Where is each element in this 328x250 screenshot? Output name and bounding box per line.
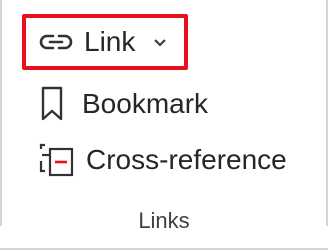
cross-reference-label: Cross-reference <box>86 144 287 175</box>
bookmark-label: Bookmark <box>82 88 209 119</box>
bookmark-button[interactable]: Bookmark <box>40 82 208 126</box>
link-label: Link <box>84 26 136 57</box>
links-ribbon-group: Link Bookmark Cross-reference Links <box>0 0 328 250</box>
link-icon <box>36 28 76 56</box>
bookmark-icon <box>40 86 64 122</box>
group-label: Links <box>138 208 190 233</box>
chevron-down-icon[interactable] <box>153 37 167 47</box>
group-left-divider <box>0 0 2 226</box>
link-button[interactable]: Link <box>22 14 188 70</box>
cross-reference-icon <box>38 141 76 179</box>
cross-reference-button[interactable]: Cross-reference <box>38 138 287 182</box>
